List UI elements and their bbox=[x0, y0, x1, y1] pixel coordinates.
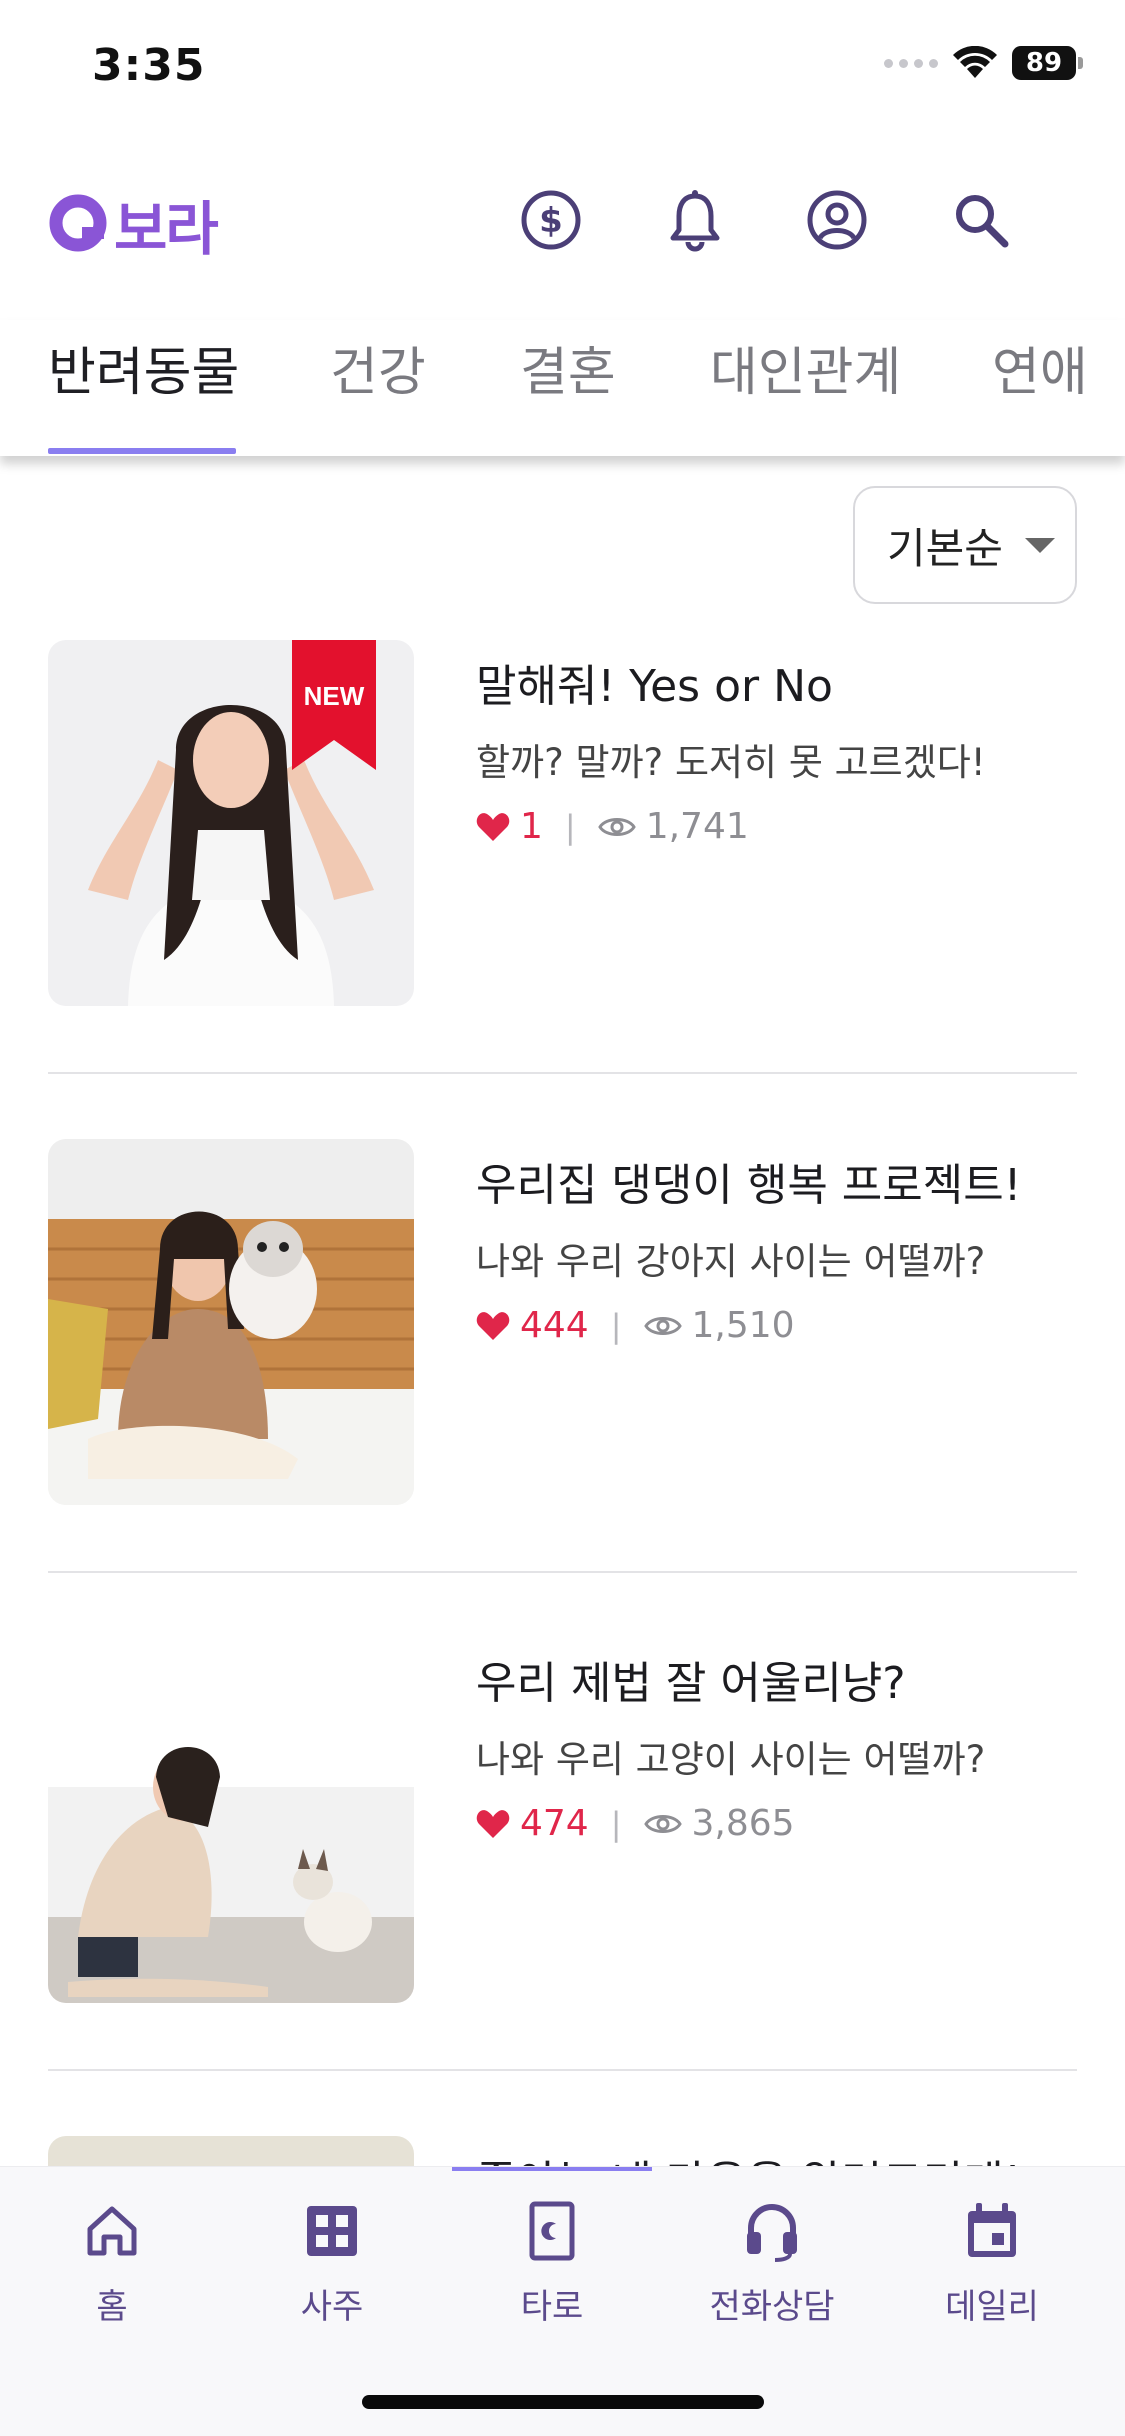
stat-separator: | bbox=[564, 807, 576, 846]
nav-label: 데일리 bbox=[945, 2287, 1039, 2327]
tab-pets[interactable]: 반려동물 bbox=[48, 330, 239, 405]
item-stats: 444 | 1,510 bbox=[476, 1305, 1076, 1346]
coin-icon[interactable]: $ bbox=[513, 182, 589, 258]
sort-label: 기본순 bbox=[887, 523, 1003, 573]
item-description: 나와 우리 고양이 사이는 어떨까? bbox=[476, 1738, 986, 1781]
like-count: 474 bbox=[520, 1803, 589, 1844]
nav-saju[interactable]: 사주 bbox=[242, 2191, 422, 2328]
calendar-icon bbox=[902, 2191, 1082, 2271]
new-badge-label: NEW bbox=[304, 681, 365, 711]
item-description: 나와 우리 강아지 사이는 어떨까? bbox=[476, 1240, 986, 1283]
view-count: 1,510 bbox=[691, 1305, 795, 1346]
like-count: 1 bbox=[520, 806, 543, 847]
status-time: 3:35 bbox=[92, 40, 206, 91]
active-tab-indicator bbox=[48, 448, 236, 454]
battery-icon: 89 bbox=[1012, 46, 1083, 80]
tab-relationships[interactable]: 대인관계 bbox=[710, 330, 901, 405]
stat-separator: | bbox=[610, 1804, 622, 1843]
thumbnail-woman-thinking: NEW bbox=[48, 640, 414, 1006]
nav-label: 타로 bbox=[520, 2287, 584, 2327]
search-icon[interactable] bbox=[943, 182, 1019, 258]
item-text: 말해줘! Yes or No 할까? 말까? 도저히 못 고르겠다! 1 | 1… bbox=[476, 650, 1076, 847]
view-count: 3,865 bbox=[691, 1803, 795, 1844]
wifi-icon bbox=[953, 46, 997, 78]
eye-icon bbox=[643, 1814, 682, 1833]
status-indicators: 89 bbox=[884, 46, 1083, 80]
new-badge: NEW bbox=[292, 640, 376, 770]
like-count: 444 bbox=[520, 1305, 589, 1346]
logo-mark-icon bbox=[49, 194, 107, 252]
heart-icon bbox=[476, 812, 510, 841]
item-title: 말해줘! Yes or No bbox=[476, 661, 833, 712]
nav-tarot[interactable]: 타로 bbox=[462, 2191, 642, 2328]
list-item[interactable]: 우리 제법 잘 어울리냥? 나와 우리 고양이 사이는 어떨까? 474 | 3… bbox=[48, 1637, 1077, 2005]
svg-text:$: $ bbox=[539, 201, 563, 241]
thumbnail-woman-with-cat bbox=[48, 1637, 414, 2003]
view-count: 1,741 bbox=[645, 806, 749, 847]
item-title: 우리집 댕댕이 행복 프로젝트! bbox=[476, 1160, 1022, 1211]
cellular-signal-icon bbox=[884, 58, 938, 68]
item-title: 우리 제법 잘 어울리냥? bbox=[476, 1658, 906, 1709]
nav-daily[interactable]: 데일리 bbox=[902, 2191, 1082, 2328]
nav-home[interactable]: 홈 bbox=[22, 2191, 202, 2328]
list-item[interactable]: 우리집 댕댕이 행복 프로젝트! 나와 우리 강아지 사이는 어떨까? 444 … bbox=[48, 1139, 1077, 1507]
item-stats: 474 | 3,865 bbox=[476, 1803, 1076, 1844]
item-stats: 1 | 1,741 bbox=[476, 806, 1076, 847]
divider bbox=[48, 2069, 1077, 2071]
category-tabs: 반려동물 건강 결혼 대인관계 연애 bbox=[0, 320, 1125, 456]
tab-health[interactable]: 건강 bbox=[330, 330, 426, 405]
headset-icon bbox=[682, 2191, 862, 2271]
eye-icon bbox=[643, 1316, 682, 1335]
home-indicator bbox=[362, 2395, 764, 2409]
thumbnail-woman-with-dog bbox=[48, 1139, 414, 1505]
grid-icon bbox=[242, 2191, 422, 2271]
item-text: 우리집 댕댕이 행복 프로젝트! 나와 우리 강아지 사이는 어떨까? 444 … bbox=[476, 1149, 1076, 1346]
profile-icon[interactable] bbox=[799, 182, 875, 258]
heart-icon bbox=[476, 1311, 510, 1340]
divider bbox=[48, 1072, 1077, 1074]
sort-dropdown[interactable]: 기본순 bbox=[853, 486, 1077, 604]
home-icon bbox=[22, 2191, 202, 2271]
nav-label: 홈 bbox=[96, 2287, 128, 2327]
tarot-card-icon bbox=[462, 2191, 642, 2271]
nav-phone-consult[interactable]: 전화상담 bbox=[682, 2191, 862, 2328]
bell-icon[interactable] bbox=[657, 182, 733, 258]
stat-separator: | bbox=[610, 1306, 622, 1345]
nav-label: 전화상담 bbox=[709, 2287, 835, 2327]
item-description: 할까? 말까? 도저히 못 고르겠다! bbox=[476, 741, 986, 784]
status-bar: 3:35 89 bbox=[0, 0, 1125, 140]
battery-level: 89 bbox=[1012, 46, 1076, 80]
heart-icon bbox=[476, 1809, 510, 1838]
caret-down-icon bbox=[1024, 537, 1055, 553]
nav-indicator bbox=[452, 2167, 652, 2171]
nav-label: 사주 bbox=[300, 2287, 364, 2327]
logo-text: 보라 bbox=[114, 195, 219, 263]
tab-love[interactable]: 연애 bbox=[992, 330, 1088, 405]
list-item[interactable]: NEW 말해줘! Yes or No 할까? 말까? 도저히 못 고르겠다! 1… bbox=[48, 640, 1077, 1008]
eye-icon bbox=[597, 817, 636, 836]
app-header: 보라 $ bbox=[0, 160, 1125, 280]
item-text: 우리 제법 잘 어울리냥? 나와 우리 고양이 사이는 어떨까? 474 | 3… bbox=[476, 1647, 1076, 1844]
app-logo[interactable]: 보라 bbox=[48, 182, 219, 266]
divider bbox=[48, 1571, 1077, 1573]
tab-marriage[interactable]: 결혼 bbox=[520, 330, 616, 405]
